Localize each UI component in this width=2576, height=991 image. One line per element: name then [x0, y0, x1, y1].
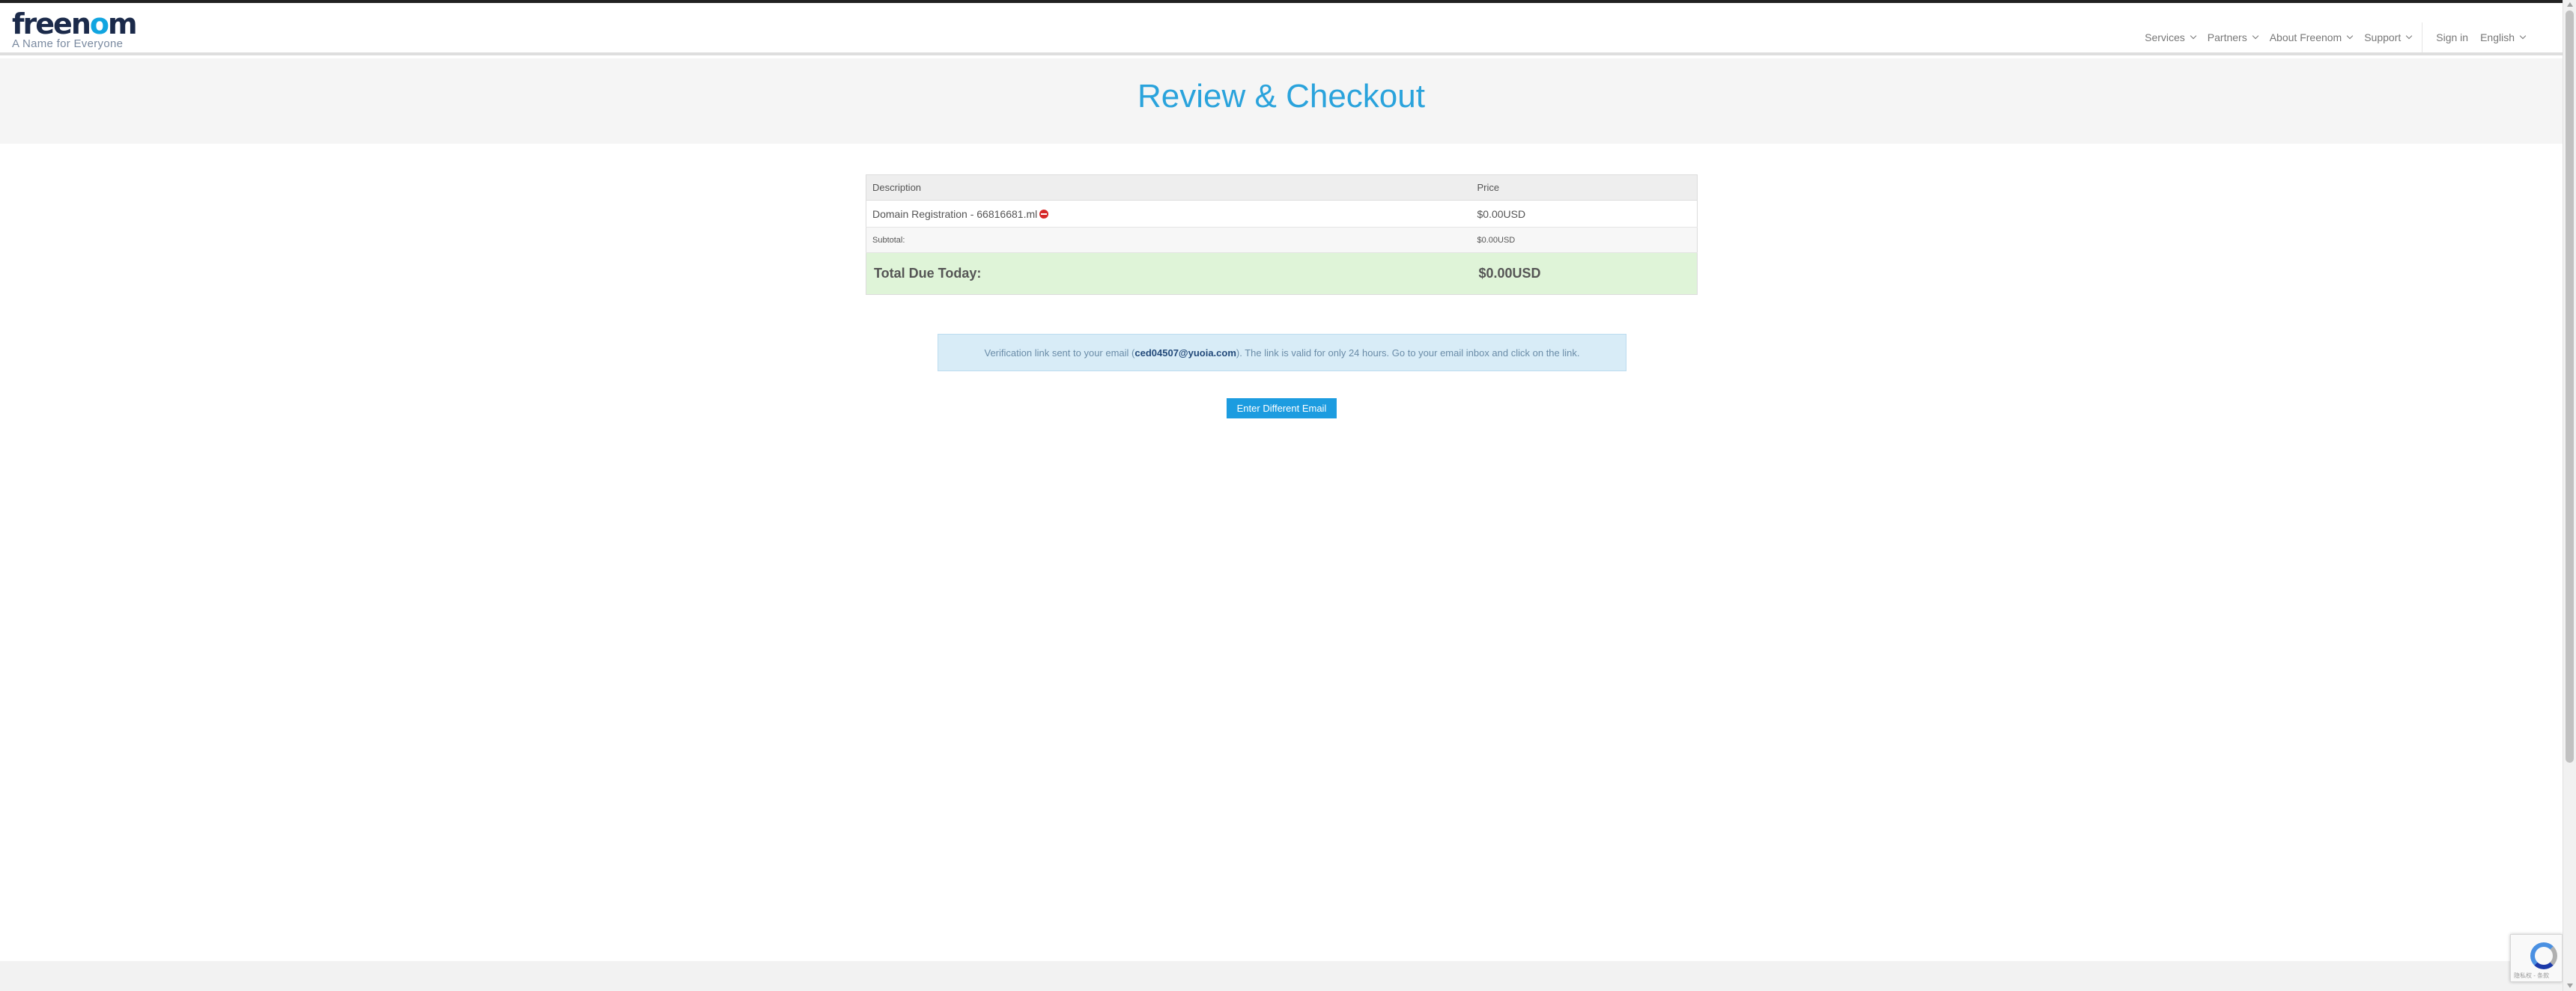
column-header-description: Description [866, 174, 1471, 201]
nav-support[interactable]: Support [2364, 31, 2413, 43]
total-value: $0.00USD [1471, 252, 1698, 295]
site-header: freenom A Name for Everyone Services Par… [0, 3, 2563, 55]
subtotal-value: $0.00USD [1471, 227, 1698, 253]
notice-prefix: Verification link sent to your email ( [984, 347, 1135, 359]
scroll-up-arrow-icon[interactable] [2567, 2, 2573, 7]
scroll-down-arrow-icon[interactable] [2567, 984, 2573, 988]
subtotal-row: Subtotal: $0.00USD [866, 227, 1698, 253]
logo-wordmark: freenom [12, 7, 138, 40]
page-title: Review & Checkout [1137, 78, 1425, 115]
nav-partners[interactable]: Partners [2208, 31, 2258, 43]
item-price: $0.00USD [1471, 200, 1698, 228]
footer-strip [0, 961, 2563, 991]
main-nav: Services Partners About Freenom Support … [2133, 22, 2527, 52]
chevron-down-icon [2190, 32, 2197, 40]
logo-tagline: A Name for Everyone [12, 37, 124, 50]
language-selector[interactable]: English [2480, 31, 2527, 43]
recaptcha-badge[interactable]: 隐私权 - 条款 [2510, 934, 2563, 982]
freenom-logo[interactable]: freenom A Name for Everyone [12, 7, 138, 50]
column-header-price: Price [1471, 174, 1698, 201]
page-title-banner: Review & Checkout [0, 58, 2563, 144]
item-description-cell: Domain Registration - 66816681.ml [866, 200, 1471, 228]
chevron-down-icon [2346, 32, 2354, 40]
nav-sign-in[interactable]: Sign in [2436, 31, 2468, 43]
notice-email: ced04507@yuoia.com [1134, 347, 1236, 359]
order-summary-table: Description Price Domain Registration - … [866, 174, 1698, 295]
verification-notice: Verification link sent to your email (ce… [938, 334, 1626, 371]
subtotal-label: Subtotal: [866, 227, 1471, 253]
remove-item-icon[interactable] [1039, 209, 1049, 219]
chevron-down-icon [2519, 32, 2527, 40]
total-label: Total Due Today: [866, 252, 1471, 295]
total-row: Total Due Today: $0.00USD [866, 252, 1698, 295]
chevron-down-icon [2406, 32, 2413, 40]
nav-services[interactable]: Services [2145, 31, 2197, 43]
nav-about[interactable]: About Freenom [2270, 31, 2354, 43]
table-row: Domain Registration - 66816681.ml $0.00U… [866, 200, 1698, 228]
notice-suffix: ). The link is valid for only 24 hours. … [1236, 347, 1580, 359]
chevron-down-icon [2252, 32, 2258, 40]
table-header-row: Description Price [866, 174, 1698, 201]
item-description: Domain Registration - 66816681.ml [872, 207, 1038, 220]
scrollbar-thumb[interactable] [2566, 10, 2574, 763]
recaptcha-links[interactable]: 隐私权 - 条款 [2514, 972, 2549, 980]
page-scrollbar[interactable] [2563, 0, 2576, 991]
enter-different-email-button[interactable]: Enter Different Email [1227, 398, 1337, 418]
recaptcha-icon [2530, 942, 2557, 969]
